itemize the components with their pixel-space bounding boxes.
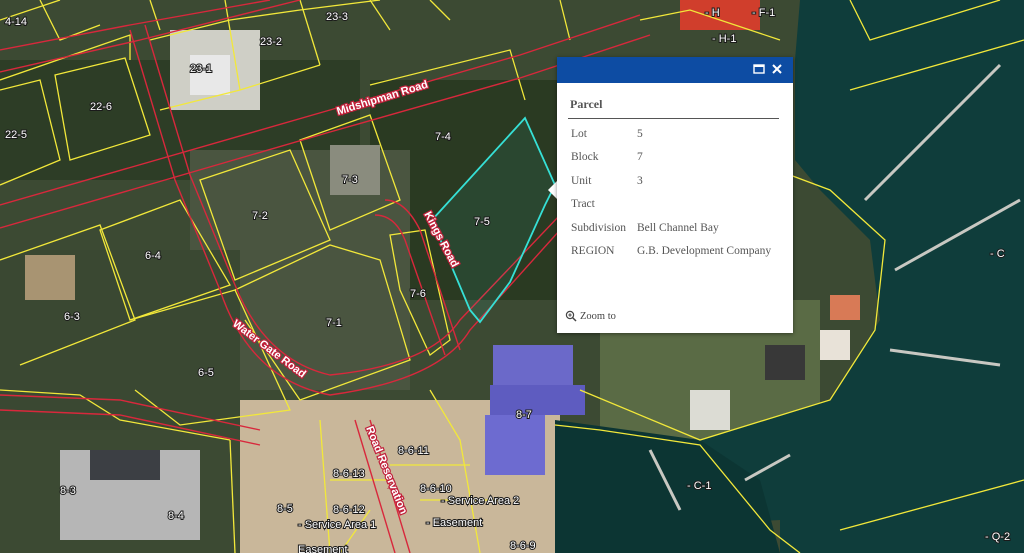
parcel-label: 7-6 xyxy=(410,288,426,300)
parcel-label: 8-6-12 xyxy=(333,504,365,516)
parcel-label: 23-2 xyxy=(260,36,282,48)
parcel-label: 8-6-10 xyxy=(420,483,452,495)
field-label-block: Block xyxy=(571,151,599,163)
maximize-icon[interactable] xyxy=(751,61,767,77)
parcel-label: 4-14 xyxy=(5,16,27,28)
parcel-label: - Service Area 1 xyxy=(298,519,376,531)
parcel-label: - H xyxy=(705,7,720,19)
parcel-label: 6-4 xyxy=(145,250,161,262)
parcel-label: 8-4 xyxy=(168,510,184,522)
field-value-block: 7 xyxy=(637,151,643,163)
close-icon[interactable] xyxy=(769,61,785,77)
parcel-label: - Service Area 2 xyxy=(441,495,519,507)
parcel-label: 23-3 xyxy=(326,11,348,23)
zoom-to-label: Zoom to xyxy=(580,310,616,322)
field-label-subdivision: Subdivision xyxy=(571,222,626,234)
zoom-in-icon xyxy=(565,310,577,322)
parcel-label: 8-6-13 xyxy=(333,468,365,480)
parcel-label: - F-1 xyxy=(752,7,775,19)
parcel-label: 6-5 xyxy=(198,367,214,379)
parcel-label: 8-6-9 xyxy=(510,540,536,552)
parcel-label: 7-1 xyxy=(326,317,342,329)
parcel-label: 7-3 xyxy=(342,174,358,186)
parcel-label: - H-1 xyxy=(712,33,736,45)
field-value-subdivision: Bell Channel Bay xyxy=(637,222,719,234)
parcel-label: Easement xyxy=(298,544,348,553)
parcel-label: 22-5 xyxy=(5,129,27,141)
parcel-label: 8-7 xyxy=(516,409,532,421)
parcel-label: - C xyxy=(990,248,1005,260)
parcel-label: - Q-2 xyxy=(985,531,1010,543)
parcel-label: - Easement xyxy=(426,517,482,529)
popup-header xyxy=(557,57,793,83)
parcel-map[interactable]: Midshipman Road Kings Road Water Gate Ro… xyxy=(0,0,1024,553)
parcel-label: 23-1 xyxy=(190,63,212,75)
field-value-unit: 3 xyxy=(637,175,643,187)
parcel-label: 22-6 xyxy=(90,101,112,113)
parcel-label: 7-2 xyxy=(252,210,268,222)
parcel-label: 8-5 xyxy=(277,503,293,515)
popup-divider xyxy=(568,118,779,119)
field-value-region: G.B. Development Company xyxy=(637,245,772,257)
parcel-label: 7-5 xyxy=(474,216,490,228)
field-label-lot: Lot xyxy=(571,128,587,140)
field-label-tract: Tract xyxy=(571,198,595,210)
parcel-popup: Parcel Lot 5 Block 7 Unit 3 Tract Subdiv… xyxy=(557,57,793,333)
field-label-region: REGION xyxy=(571,245,615,257)
field-label-unit: Unit xyxy=(571,175,592,187)
parcel-label: 7-4 xyxy=(435,131,451,143)
parcel-label: 8-6-11 xyxy=(398,445,429,457)
parcel-label: 6-3 xyxy=(64,311,80,323)
parcel-label: - C-1 xyxy=(687,480,711,492)
parcel-label: 8-3 xyxy=(60,485,76,497)
popup-title: Parcel xyxy=(570,97,603,111)
zoom-to-link[interactable]: Zoom to xyxy=(565,310,616,322)
field-value-lot: 5 xyxy=(637,128,643,140)
